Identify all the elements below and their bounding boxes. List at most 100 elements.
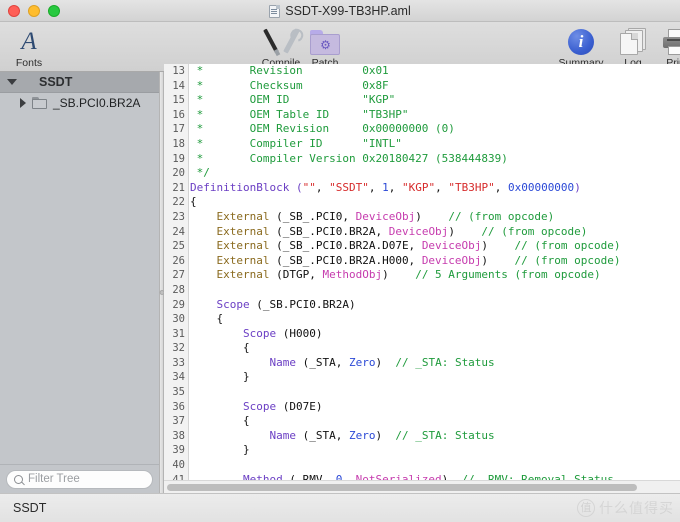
code-token: ) xyxy=(574,180,581,194)
code-token: */ xyxy=(190,166,210,180)
code-line[interactable]: * OEM Table ID "TB3HP" xyxy=(190,108,680,123)
line-number: 27 xyxy=(172,269,185,282)
code-token: Name xyxy=(269,428,303,442)
code-token: DeviceObj xyxy=(421,253,482,267)
line-number: 40 xyxy=(172,459,185,472)
code-token: Name xyxy=(269,355,303,369)
code-line[interactable]: Name (_STA, Zero) // _STA: Status xyxy=(190,356,680,371)
filter-tree-input[interactable]: Filter Tree xyxy=(6,469,153,489)
patch-button[interactable]: ⚙ Patch xyxy=(296,25,354,69)
line-number: 39 xyxy=(172,444,185,457)
line-number: 35 xyxy=(172,386,185,399)
code-token: "TB3HP" xyxy=(448,180,495,194)
code-line[interactable]: * Compiler ID "INTL" xyxy=(190,137,680,152)
app-window: SSDT-X99-TB3HP.aml A Fonts Compile ⚙ Pat… xyxy=(0,0,680,522)
line-number: 23 xyxy=(172,210,185,223)
window-controls[interactable] xyxy=(8,4,60,17)
code-token: Scope xyxy=(216,297,257,311)
tree-item-label: _SB.PCI0.BR2A xyxy=(53,96,141,110)
code-token: DeviceObj xyxy=(355,209,416,223)
code-token: "KGP" xyxy=(401,180,436,194)
code-line[interactable]: Scope (D07E) xyxy=(190,400,680,415)
code-line[interactable]: Name (_STA, Zero) // _STA: Status xyxy=(190,429,680,444)
minimize-button[interactable] xyxy=(28,4,40,17)
code-token: { xyxy=(190,414,250,428)
code-token: "" xyxy=(302,180,316,194)
code-line[interactable]: * Checksum 0x8F xyxy=(190,79,680,94)
code-line[interactable]: } xyxy=(190,443,680,458)
code-token: (_STA, xyxy=(302,355,349,369)
chevron-down-icon[interactable] xyxy=(7,79,17,85)
code-token: OEM ID "KGP" xyxy=(209,93,396,107)
code-token: (_SB_.PCI0.BR2A, xyxy=(276,224,389,238)
code-line[interactable]: External (_SB_.PCI0.BR2A, DeviceObj) // … xyxy=(190,225,680,240)
code-token: , xyxy=(388,180,402,194)
line-number: 14 xyxy=(172,79,185,92)
code-line[interactable]: { xyxy=(190,341,680,356)
zoom-button[interactable] xyxy=(48,4,60,17)
code-line[interactable]: External (DTGP, MethodObj) // 5 Argument… xyxy=(190,268,680,283)
code-line[interactable]: External (_SB_.PCI0, DeviceObj) // (from… xyxy=(190,210,680,225)
scrollbar-thumb[interactable] xyxy=(167,484,637,491)
fonts-label: Fonts xyxy=(15,57,43,69)
close-button[interactable] xyxy=(8,4,20,17)
code-line[interactable]: { xyxy=(190,195,680,210)
print-button[interactable]: Print xyxy=(648,25,680,69)
code-line[interactable]: { xyxy=(190,312,680,327)
line-number: 26 xyxy=(172,254,185,267)
code-token: Scope xyxy=(242,399,283,413)
tree-header[interactable]: SSDT xyxy=(0,72,159,93)
code-line[interactable]: Scope (_SB.PCI0.BR2A) xyxy=(190,298,680,313)
code-token: Compiler ID "INTL" xyxy=(209,136,402,150)
code-token: , xyxy=(494,180,508,194)
code-line[interactable]: */ xyxy=(190,166,680,181)
code-token: 1 xyxy=(382,180,389,194)
code-line[interactable]: External (_SB_.PCI0.BR2A.H000, DeviceObj… xyxy=(190,254,680,269)
summary-icon: i xyxy=(568,25,594,55)
window-title: SSDT-X99-TB3HP.aml xyxy=(285,4,411,18)
code-line[interactable]: Scope (H000) xyxy=(190,327,680,342)
line-number: 33 xyxy=(172,356,185,369)
line-number: 17 xyxy=(172,123,185,136)
line-number: 24 xyxy=(172,225,185,238)
code-token: // (from opcode) xyxy=(488,239,621,253)
code-token: OEM Table ID "TB3HP" xyxy=(209,107,409,121)
code-token: } xyxy=(190,370,250,384)
line-number: 21 xyxy=(172,181,185,194)
code-line[interactable]: * Revision 0x01 xyxy=(190,64,680,79)
code-token: Compiler Version 0x20180427 (538444839) xyxy=(209,151,508,165)
compile-icon xyxy=(263,25,300,55)
code-token: External xyxy=(216,253,277,267)
tree-item-sb-pci0-br2a[interactable]: _SB.PCI0.BR2A xyxy=(0,93,159,113)
code-token: // (from opcode) xyxy=(454,224,588,238)
code-line[interactable]: * OEM Revision 0x00000000 (0) xyxy=(190,122,680,137)
code-line[interactable] xyxy=(190,385,680,400)
code-token: "SSDT" xyxy=(329,180,369,194)
code-token: * xyxy=(190,122,210,136)
code-token: * xyxy=(190,78,210,92)
fonts-button[interactable]: A Fonts xyxy=(0,25,58,69)
line-number-gutter: 13 14 15 16 17 18 19 20 21 22 23 24 25 26 27 28 29 30 31 32… xyxy=(164,64,189,493)
chevron-right-icon[interactable] xyxy=(20,98,26,108)
code-token: , xyxy=(435,180,449,194)
code-line[interactable] xyxy=(190,458,680,473)
code-line[interactable]: * Compiler Version 0x20180427 (538444839… xyxy=(190,152,680,167)
code-line[interactable]: External (_SB_.PCI0.BR2A.D07E, DeviceObj… xyxy=(190,239,680,254)
code-line[interactable] xyxy=(190,283,680,298)
editor-horizontal-scrollbar[interactable] xyxy=(164,480,680,493)
summary-button[interactable]: i Summary xyxy=(552,25,610,69)
code-content[interactable]: * Revision 0x01 * Checksum 0x8F * OEM ID… xyxy=(190,64,680,493)
code-token: (D07E) xyxy=(282,399,323,413)
code-token: (_SB_.PCI0.BR2A.H000, xyxy=(276,253,422,267)
code-token: { xyxy=(190,195,197,209)
line-number: 30 xyxy=(172,313,185,326)
code-line[interactable]: * OEM ID "KGP" xyxy=(190,93,680,108)
code-editor[interactable]: 13 14 15 16 17 18 19 20 21 22 23 24 25 26 27 28 29 30 31 32… xyxy=(164,64,680,493)
code-token: ) xyxy=(448,224,455,238)
code-line[interactable]: DefinitionBlock ("", "SSDT", 1, "KGP", "… xyxy=(190,181,680,196)
code-line[interactable]: } xyxy=(190,370,680,385)
code-line[interactable]: { xyxy=(190,414,680,429)
